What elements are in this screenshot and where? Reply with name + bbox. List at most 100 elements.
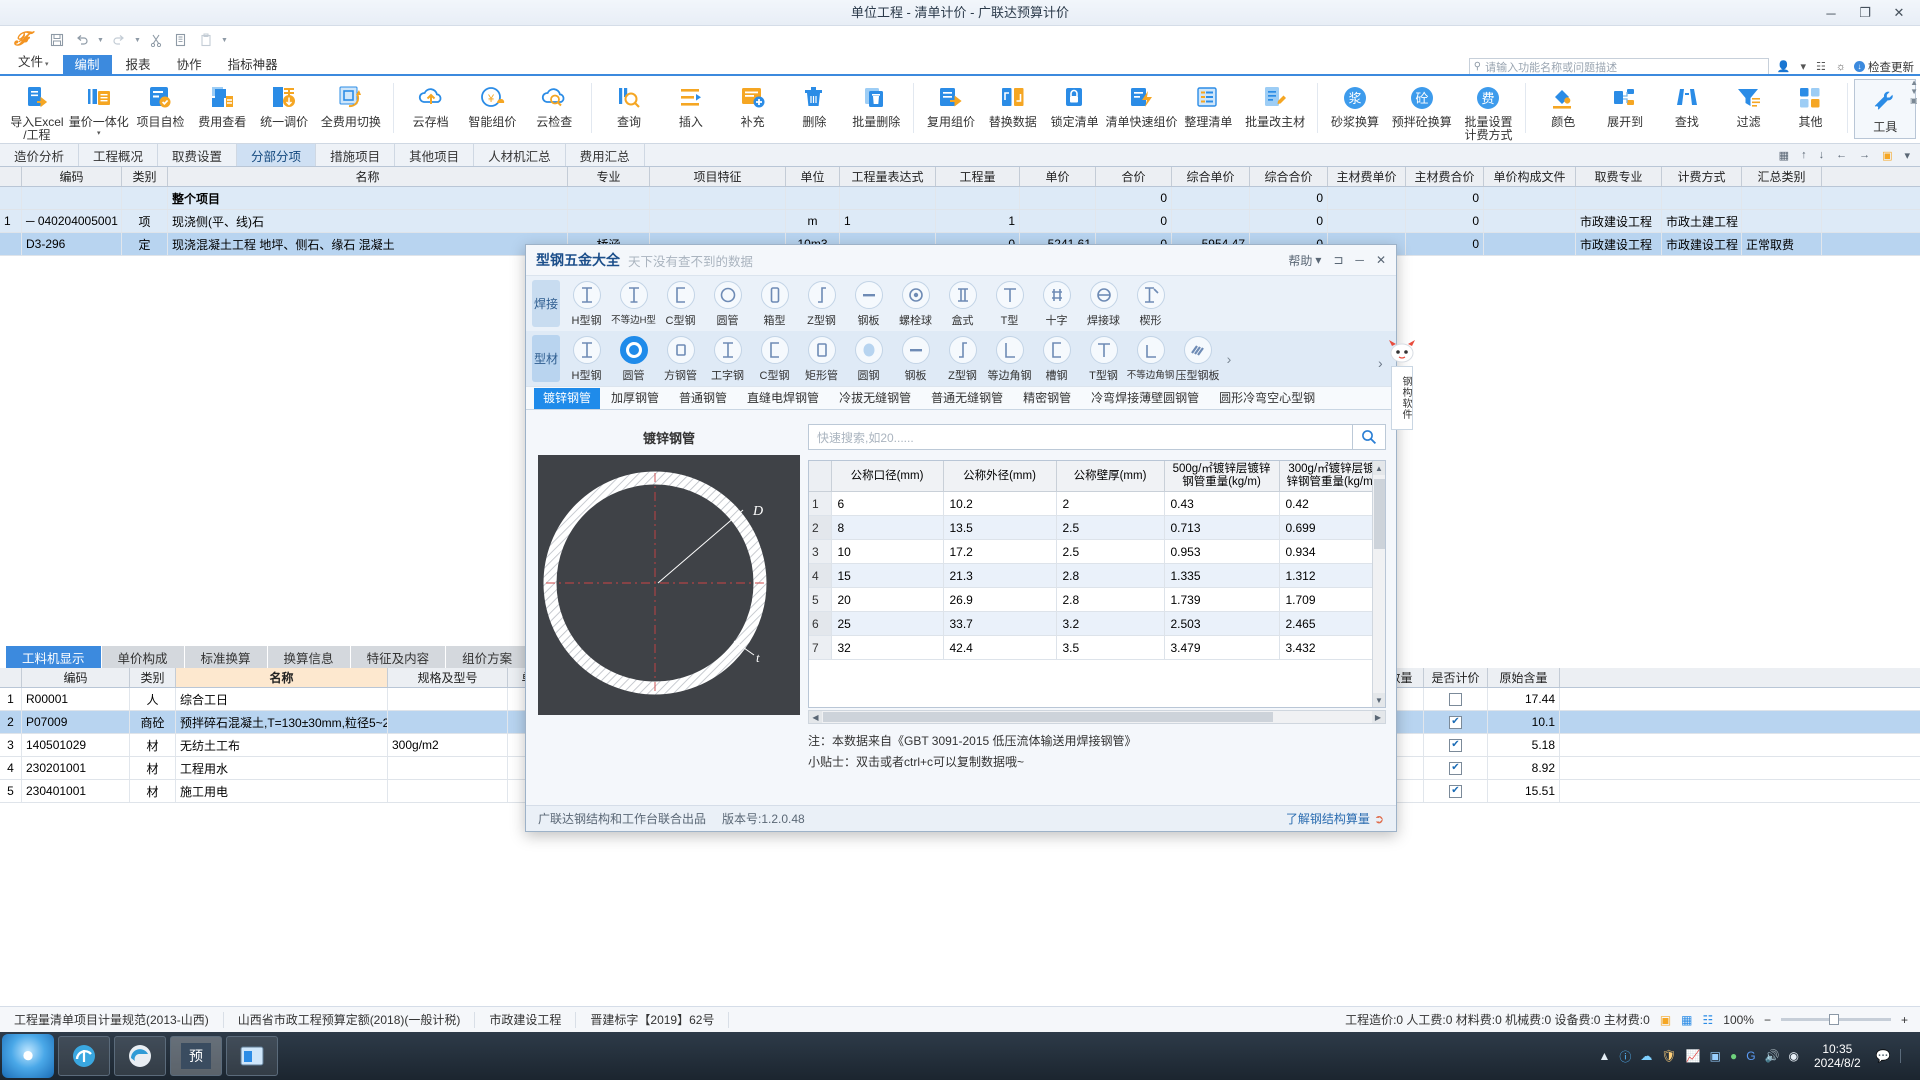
- steel-type-round-pipe[interactable]: 圆管: [704, 276, 751, 331]
- lower-tab-pricing-plan[interactable]: 组价方案: [446, 646, 530, 668]
- ribbon-fee-view[interactable]: 费用查看: [191, 79, 253, 129]
- main-grid-col-11[interactable]: 综合单价: [1172, 167, 1250, 186]
- main-grid-col-9[interactable]: 单价: [1020, 167, 1096, 186]
- table-row[interactable]: 6 25 33.7 3.2 2.503 2.465: [809, 611, 1385, 636]
- taskbar-clock[interactable]: 10:35 2024/8/2: [1808, 1042, 1867, 1070]
- ribbon-reuse-pricing[interactable]: 复用组价: [920, 79, 982, 129]
- vertical-scroll-thumb[interactable]: [1373, 479, 1385, 549]
- horizontal-scroll-thumb[interactable]: [823, 712, 1273, 722]
- footer-learn-link[interactable]: 了解钢结构算量 ➲: [1286, 810, 1384, 827]
- scroll-up-icon[interactable]: ▲: [1372, 461, 1385, 475]
- is-priced-checkbox[interactable]: ✔: [1449, 738, 1462, 752]
- notification-icon[interactable]: 💬: [1876, 1049, 1891, 1063]
- pipe-tab-加厚钢管[interactable]: 加厚钢管: [602, 388, 668, 409]
- ribbon-replace-data[interactable]: 替换数据: [982, 79, 1044, 129]
- pipe-table-col-1[interactable]: 公称外径(mm): [943, 461, 1057, 492]
- tab-resource-summary[interactable]: 人材机汇总: [474, 144, 566, 166]
- lower-grid-col-1[interactable]: 编码: [22, 668, 130, 687]
- pipe-tab-普通无缝钢管[interactable]: 普通无缝钢管: [922, 388, 1012, 409]
- paste-icon[interactable]: [195, 29, 217, 51]
- bell-icon[interactable]: ☼: [1834, 61, 1848, 73]
- steel-type-equal-angle[interactable]: 等边角钢: [986, 331, 1033, 386]
- steel-type-unequal-angle[interactable]: 不等边角钢: [1127, 331, 1174, 386]
- steel-type-wedge[interactable]: 楔形: [1127, 276, 1174, 331]
- ribbon-mortar-convert[interactable]: 浆 砂浆换算: [1324, 79, 1386, 129]
- ribbon-cloud-check[interactable]: 云检查: [523, 79, 585, 129]
- grid-apps-icon[interactable]: ☷: [1814, 60, 1828, 73]
- menu-tab-edit[interactable]: 编制: [62, 55, 112, 76]
- tab-fee-summary[interactable]: 费用汇总: [565, 144, 645, 166]
- steel-type-rect-pipe[interactable]: 矩形管: [798, 331, 845, 386]
- ribbon-scroll-controls[interactable]: ▲ ▼ ▣: [1910, 78, 1918, 105]
- ribbon-unified-price[interactable]: 统一调价: [253, 79, 315, 129]
- main-grid-col-18[interactable]: 汇总类别: [1742, 167, 1822, 186]
- main-grid-col-12[interactable]: 综合合价: [1250, 167, 1328, 186]
- ribbon-query[interactable]: 查询: [598, 79, 660, 129]
- ribbon-tools[interactable]: 工具: [1854, 79, 1917, 139]
- ribbon-expand-to[interactable]: 展开到: [1594, 79, 1656, 129]
- lower-grid-col-2[interactable]: 类别: [130, 668, 176, 687]
- pipe-tab-精密钢管[interactable]: 精密钢管: [1014, 388, 1080, 409]
- category-tab-profile[interactable]: 型材: [532, 335, 560, 382]
- table-row[interactable]: 1 ─ 040204005001 项现浇侧(平、线)石 m 1 1 0 0 0 市政建设工程 市政土…: [0, 210, 1920, 233]
- ribbon-full-fee-switch[interactable]: 全费用切换: [315, 79, 387, 129]
- is-priced-checkbox[interactable]: ✔: [1449, 784, 1462, 798]
- help-icon[interactable]: ⓘ: [1619, 1048, 1631, 1065]
- lower-tab-unit-price[interactable]: 单价构成: [101, 646, 185, 668]
- ribbon-other[interactable]: 其他: [1780, 79, 1842, 129]
- ribbon-smart-pricing[interactable]: ¥ 智能组价: [462, 79, 524, 129]
- lower-grid-col-18[interactable]: 是否计价: [1424, 668, 1488, 687]
- main-grid-col-13[interactable]: 主材费单价: [1328, 167, 1406, 186]
- tab-cost-analysis[interactable]: 造价分析: [0, 144, 80, 166]
- dialog-restore-button[interactable]: ⊐: [1333, 253, 1343, 267]
- menu-tab-file[interactable]: 文件 ▾: [6, 52, 61, 76]
- pipe-tab-普通钢管[interactable]: 普通钢管: [670, 388, 736, 409]
- ribbon-filter[interactable]: 过滤: [1718, 79, 1780, 129]
- table-horizontal-scrollbar[interactable]: ◀ ▶: [808, 710, 1386, 724]
- steel-type-square-pipe[interactable]: 方钢管: [657, 331, 704, 386]
- pipe-table-col-4[interactable]: 300g/㎡镀锌层镀锌钢管重量(kg/m): [1279, 461, 1385, 492]
- table-row[interactable]: 7 32 42.4 3.5 3.479 3.432: [809, 635, 1385, 660]
- table-row[interactable]: 整个项目 0 0 0: [0, 187, 1920, 210]
- main-grid-col-8[interactable]: 工程量: [936, 167, 1020, 186]
- pipe-table-col-0[interactable]: 公称口径(mm): [831, 461, 944, 492]
- tab-project-overview[interactable]: 工程概况: [79, 144, 159, 166]
- ribbon-lock-list[interactable]: 锁定清单: [1044, 79, 1106, 129]
- table-row[interactable]: 4 15 21.3 2.8 1.335 1.312: [809, 563, 1385, 588]
- main-grid-col-17[interactable]: 计费方式: [1662, 167, 1742, 186]
- main-grid-col-4[interactable]: 专业: [568, 167, 650, 186]
- google-icon[interactable]: G: [1746, 1049, 1755, 1063]
- ribbon-self-check[interactable]: 项目自检: [130, 79, 192, 129]
- network-icon[interactable]: ◉: [1789, 1049, 1799, 1063]
- steel-type-t-type[interactable]: T型: [986, 276, 1033, 331]
- ribbon-color[interactable]: 颜色: [1532, 79, 1594, 129]
- grid-settings-icon[interactable]: ▦: [1779, 149, 1789, 162]
- steel-type-h-beam[interactable]: H型钢: [563, 331, 610, 386]
- volume-icon[interactable]: 🔊: [1765, 1049, 1780, 1063]
- steel-type-steel-plate[interactable]: 钢板: [892, 331, 939, 386]
- mascot-widget[interactable]: 钢构软件: [1385, 340, 1419, 430]
- chart-icon[interactable]: 📈: [1686, 1049, 1701, 1063]
- scroll-down-icon[interactable]: ▼: [1910, 87, 1918, 96]
- start-button[interactable]: ⏺: [2, 1034, 54, 1078]
- maximize-button[interactable]: ❐: [1856, 5, 1874, 21]
- taskbar-browser-button[interactable]: [58, 1036, 110, 1076]
- main-grid-col-0[interactable]: [0, 167, 22, 186]
- zoom-out-icon[interactable]: −: [1764, 1013, 1771, 1027]
- main-grid-col-14[interactable]: 主材费合价: [1406, 167, 1484, 186]
- main-grid-col-5[interactable]: 项目特征: [650, 167, 786, 186]
- is-priced-checkbox[interactable]: [1449, 692, 1462, 706]
- scroll-right-icon[interactable]: ▶: [1371, 711, 1385, 723]
- undo-caret-icon[interactable]: ▼: [96, 37, 105, 44]
- main-grid-col-1[interactable]: 编码: [22, 167, 122, 186]
- steel-type-h-beam[interactable]: H型钢: [563, 276, 610, 331]
- main-grid-col-7[interactable]: 工程量表达式: [840, 167, 936, 186]
- save-icon[interactable]: [46, 29, 68, 51]
- table-row[interactable]: 1 6 10.2 2 0.43 0.42: [809, 491, 1385, 516]
- view-mode-3-icon[interactable]: ☷: [1703, 1013, 1714, 1027]
- tab-subdivision[interactable]: 分部分项: [237, 144, 317, 166]
- scroll-down-icon[interactable]: ▼: [1372, 693, 1385, 707]
- zoom-knob[interactable]: [1828, 1014, 1839, 1025]
- pipe-search-input[interactable]: 快速搜索,如20......: [808, 424, 1352, 450]
- pipe-tab-镀锌钢管[interactable]: 镀锌钢管: [534, 387, 601, 409]
